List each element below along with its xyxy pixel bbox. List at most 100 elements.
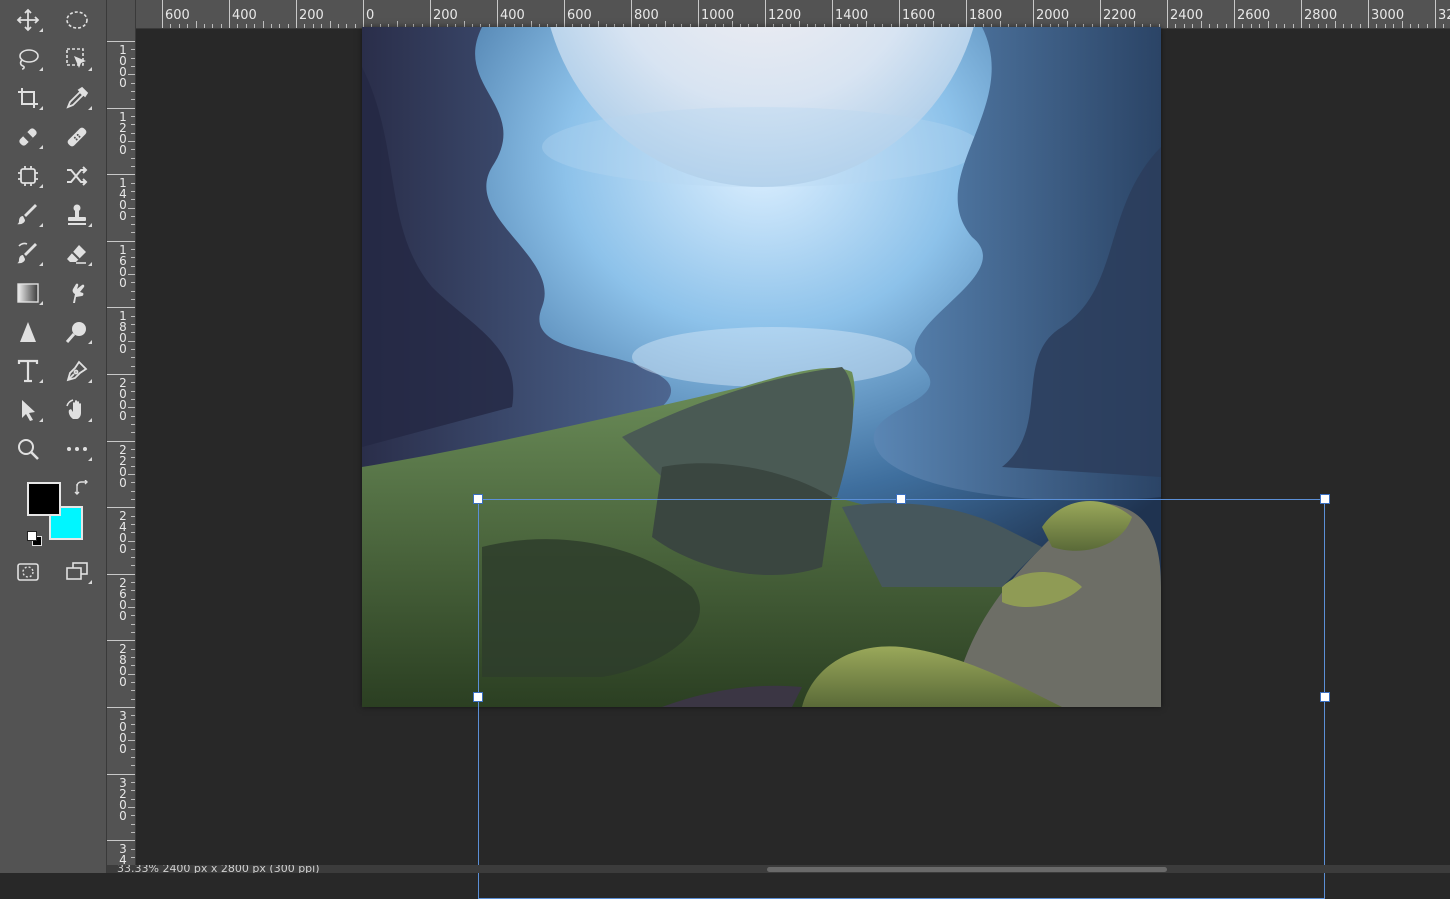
gradient-tool[interactable]: [11, 277, 45, 309]
vertical-ruler[interactable]: 1000 1200 1400 1600 1800 2000 2200 2400 2600 2800…: [107, 28, 136, 865]
object-selection-tool[interactable]: [60, 43, 94, 75]
ruler-minor-tick: [131, 781, 135, 783]
crop-tool[interactable]: [11, 82, 45, 114]
ruler-minor-tick: [128, 806, 135, 808]
ruler-label: 600: [165, 8, 190, 23]
history-brush-tool[interactable]: [11, 238, 45, 270]
zoom-tool[interactable]: [11, 433, 45, 465]
horizontal-ruler[interactable]: 600 400 200 0 200 400 600 800 1000 1200 1400 1600 18…: [107, 0, 1450, 29]
elliptical-marquee-icon: [66, 11, 88, 29]
ruler-minor-tick: [131, 382, 135, 384]
transform-handle-top-right[interactable]: [1320, 494, 1330, 504]
eyedropper-tool[interactable]: [60, 82, 94, 114]
ruler-label: 2600: [1237, 8, 1271, 23]
ruler-minor-tick: [131, 548, 135, 550]
ruler-minor-tick: [321, 24, 323, 28]
landscape-image: [362, 27, 1161, 707]
spot-healing-tool[interactable]: [11, 121, 45, 153]
ruler-major-tick: [107, 41, 135, 42]
ruler-minor-tick: [131, 756, 135, 758]
quick-mask-button[interactable]: [11, 556, 45, 588]
eyedropper-icon: [66, 86, 89, 109]
content-aware-move-tool[interactable]: [60, 160, 94, 192]
default-colors-icon[interactable]: [27, 531, 42, 546]
type-tool[interactable]: [11, 355, 45, 387]
pen-tool[interactable]: [60, 355, 94, 387]
ruler-minor-tick: [131, 823, 135, 825]
content-aware-tool[interactable]: [11, 160, 45, 192]
ellipsis-icon: [67, 447, 87, 451]
ruler-minor-tick: [131, 457, 135, 459]
ruler-label: 1600: [119, 242, 127, 290]
ruler-major-tick: [497, 0, 498, 28]
ruler-minor-tick: [128, 673, 135, 675]
ruler-minor-tick: [131, 657, 135, 659]
ruler-minor-tick: [131, 349, 135, 351]
ruler-minor-tick: [1183, 24, 1185, 28]
ruler-minor-tick: [131, 332, 135, 334]
ruler-label: 200: [299, 8, 324, 23]
clone-stamp-tool[interactable]: [60, 199, 94, 231]
ruler-minor-tick: [128, 340, 135, 342]
ruler-minor-tick: [131, 615, 135, 617]
ruler-major-tick: [107, 840, 135, 842]
ruler-minor-tick: [1342, 24, 1344, 28]
document-canvas[interactable]: [362, 27, 1161, 707]
ruler-label: 32: [1438, 8, 1450, 23]
ruler-minor-tick: [131, 448, 135, 450]
eraser-tool[interactable]: [60, 238, 94, 270]
ruler-minor-tick: [131, 482, 135, 484]
hand-rotate-icon: [66, 399, 81, 419]
swap-colors-icon[interactable]: [74, 479, 90, 496]
ruler-major-tick: [107, 374, 135, 375]
ruler-label: 600: [567, 8, 592, 23]
horizontal-scrollbar[interactable]: [767, 867, 1167, 872]
hand-tool[interactable]: [60, 394, 94, 426]
dodge-tool[interactable]: [60, 316, 94, 348]
screen-mode-button[interactable]: [60, 556, 94, 588]
ruler-minor-tick: [131, 324, 135, 326]
ruler-minor-tick: [131, 731, 135, 733]
foreground-color-swatch[interactable]: [27, 482, 61, 516]
ruler-minor-tick: [212, 24, 214, 28]
ruler-label: 3200: [119, 775, 127, 823]
ruler-label: 1600: [902, 8, 936, 23]
ruler-minor-tick: [1208, 24, 1210, 28]
ruler-minor-tick: [131, 282, 135, 284]
sharpen-tool[interactable]: [11, 316, 45, 348]
ruler-minor-tick: [131, 182, 135, 184]
ruler-minor-tick: [131, 565, 135, 567]
brush-tool[interactable]: [11, 199, 45, 231]
ruler-minor-tick: [1175, 24, 1177, 28]
ruler-major-tick: [1234, 0, 1235, 28]
ruler-major-tick: [107, 573, 135, 575]
ruler-minor-tick: [131, 149, 135, 151]
bandage-icon: [67, 127, 87, 147]
ruler-minor-tick: [1351, 24, 1353, 28]
path-selection-tool[interactable]: [11, 394, 45, 426]
ruler-minor-tick: [131, 99, 135, 101]
ruler-minor-tick: [131, 165, 135, 167]
healing-brush-tool[interactable]: [60, 121, 94, 153]
spot-healing-brush-icon: [19, 128, 37, 146]
lasso-tool[interactable]: [11, 43, 45, 75]
move-tool[interactable]: [11, 4, 45, 36]
ruler-minor-tick: [131, 157, 135, 159]
ruler-minor-tick: [1275, 24, 1277, 28]
ruler-minor-tick: [131, 357, 135, 359]
ruler-label: 200: [433, 8, 458, 23]
ruler-origin[interactable]: [107, 0, 136, 28]
marquee-tool[interactable]: [60, 4, 94, 36]
smudge-tool[interactable]: [60, 277, 94, 309]
ruler-minor-tick: [1393, 24, 1395, 28]
ruler-minor-tick: [128, 473, 135, 475]
ruler-label: 1400: [835, 8, 869, 23]
ruler-minor-tick: [131, 215, 135, 217]
transform-handle-middle-right[interactable]: [1320, 692, 1330, 702]
ruler-minor-tick: [128, 74, 135, 76]
ruler-minor-tick: [131, 648, 135, 650]
ruler-label: 3000: [1371, 8, 1405, 23]
more-tools[interactable]: [60, 433, 94, 465]
ruler-minor-tick: [131, 124, 135, 126]
ruler-minor-tick: [287, 24, 289, 28]
